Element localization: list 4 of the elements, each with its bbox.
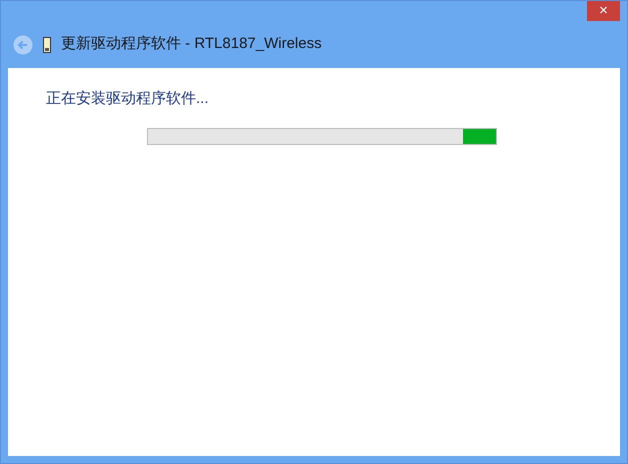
- close-button[interactable]: ×: [587, 1, 620, 21]
- device-icon: [43, 36, 51, 52]
- window-title: 更新驱动程序软件 - RTL8187_Wireless: [61, 34, 322, 54]
- status-text: 正在安装驱动程序软件...: [46, 89, 210, 109]
